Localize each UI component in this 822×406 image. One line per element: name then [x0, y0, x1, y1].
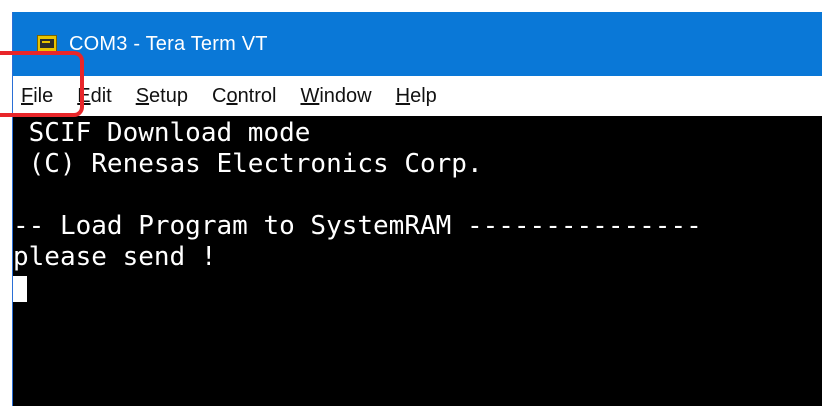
menu-control-prefix: C	[211, 84, 227, 107]
menu-setup-label: etup	[149, 84, 188, 107]
menu-help-accelerator: H	[395, 84, 411, 107]
window-title: COM3 - Tera Term VT	[69, 32, 268, 55]
menu-file-accelerator: F	[21, 84, 34, 107]
terminal-cursor-line	[13, 273, 822, 304]
menu-window-label: indow	[319, 84, 372, 107]
terminal-line: SCIF Download mode	[13, 118, 311, 148]
menu-file-label: ile	[33, 84, 54, 107]
tera-term-vt-icon[interactable]	[37, 35, 57, 53]
menu-edit-label: dit	[90, 84, 112, 107]
menu-help-label: elp	[410, 84, 437, 107]
menu-window-accelerator: W	[300, 84, 320, 107]
menu-bar: File Edit Setup Control Window Help	[13, 76, 822, 116]
menu-control[interactable]: Control	[212, 85, 286, 108]
title-bar[interactable]: COM3 - Tera Term VT	[13, 12, 822, 76]
tera-term-window: COM3 - Tera Term VT File Edit Setup Cont…	[12, 12, 822, 406]
terminal-line: please send !	[13, 242, 217, 272]
terminal-line: -- Load Program to SystemRAM -----------…	[13, 211, 702, 241]
menu-control-label: ntrol	[237, 84, 277, 107]
menu-edit[interactable]: Edit	[77, 85, 121, 108]
terminal-cursor	[13, 276, 27, 302]
menu-help[interactable]: Help	[396, 85, 447, 108]
menu-setup-accelerator: S	[135, 84, 150, 107]
menu-window[interactable]: Window	[300, 85, 381, 108]
menu-file[interactable]: File	[21, 85, 63, 108]
menu-edit-accelerator: E	[77, 84, 91, 107]
menu-setup[interactable]: Setup	[136, 85, 198, 108]
menu-control-accelerator: o	[226, 84, 238, 107]
terminal-screen[interactable]: SCIF Download mode (C) Renesas Electroni…	[13, 116, 822, 406]
terminal-line: (C) Renesas Electronics Corp.	[13, 149, 483, 179]
